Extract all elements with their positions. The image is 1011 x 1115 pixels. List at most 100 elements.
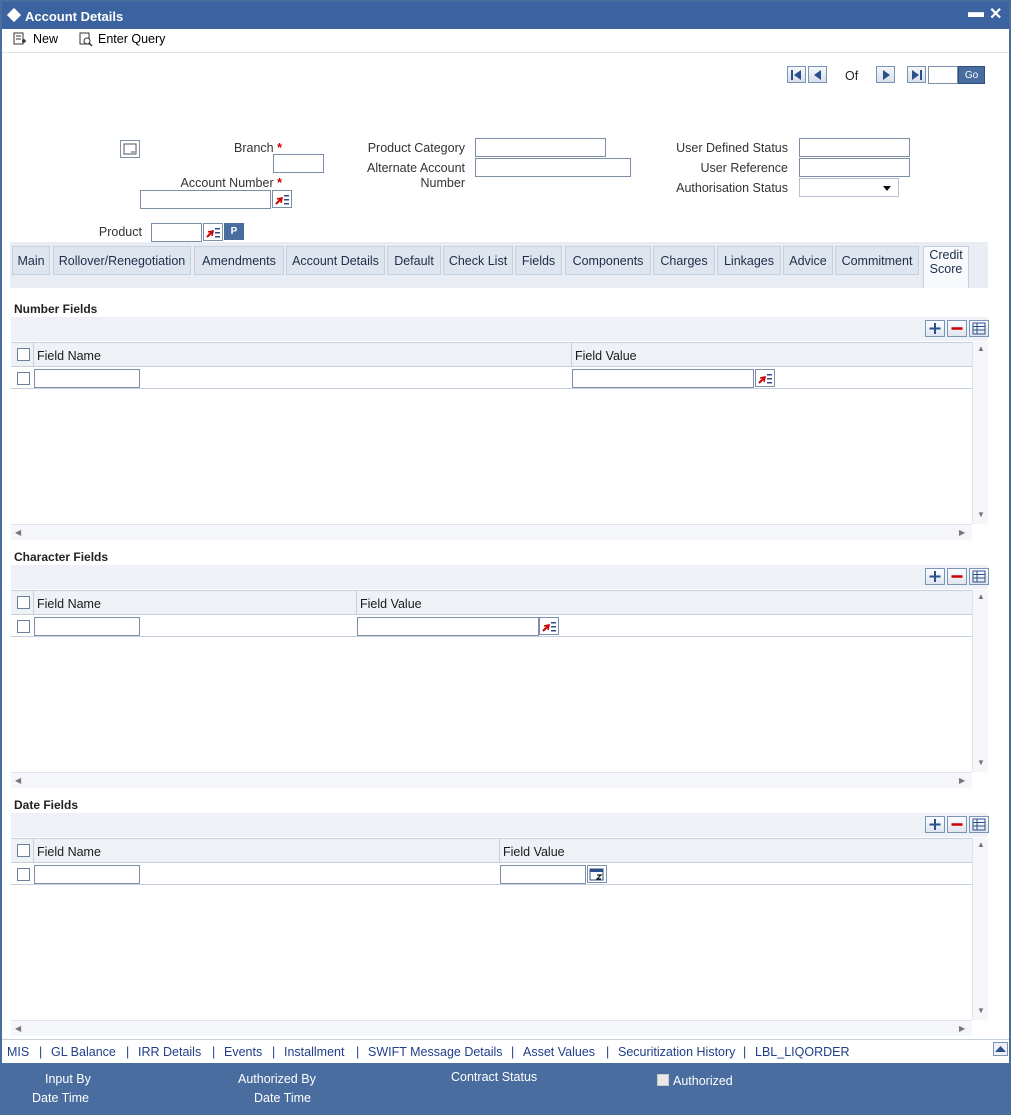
account-number-input[interactable] [140,190,271,209]
number-add-row-button[interactable] [925,320,945,337]
number-select-all-checkbox[interactable] [17,348,30,361]
new-button[interactable]: New [12,31,58,47]
minimize-button[interactable]: ▬ [968,4,984,22]
close-button[interactable]: ✕ [989,4,1002,24]
record-number-input[interactable] [928,66,958,84]
list-of-values-icon [758,374,772,384]
number-grid-header: Field Name Field Value [11,343,972,367]
number-field-value-lov-button[interactable] [755,369,775,387]
date-horizontal-scrollbar[interactable]: ◀ ▶ [11,1020,972,1036]
character-single-view-button[interactable] [969,568,989,585]
collapse-links-button[interactable] [993,1042,1008,1056]
date-select-all-checkbox[interactable] [17,844,30,857]
link-separator: | [212,1045,216,1059]
number-single-view-button[interactable] [969,320,989,337]
character-field-value-lov-button[interactable] [539,617,559,635]
date-picker-button[interactable] [587,865,607,883]
character-horizontal-scrollbar[interactable]: ◀ ▶ [11,772,972,788]
chevron-down-icon [883,186,891,191]
character-select-all-checkbox[interactable] [17,596,30,609]
next-record-button[interactable] [876,66,895,83]
scroll-up-icon: ▲ [977,592,985,601]
row-checkbox[interactable] [17,372,30,385]
date-time-label-2: Date Time [254,1091,311,1105]
number-horizontal-scrollbar[interactable]: ◀ ▶ [11,524,972,540]
date-delete-row-button[interactable] [947,816,967,833]
link-securitization-history[interactable]: Securitization History [618,1045,735,1059]
date-field-name-input[interactable] [34,865,140,884]
tab-account-details[interactable]: Account Details [286,246,385,275]
character-add-row-button[interactable] [925,568,945,585]
account-number-lov-button[interactable] [272,190,292,208]
link-swift-message-details[interactable]: SWIFT Message Details [368,1045,503,1059]
chevron-up-icon [995,1046,1006,1052]
previous-record-button[interactable] [808,66,827,83]
tab-check-list[interactable]: Check List [443,246,513,275]
tab-commitment[interactable]: Commitment [835,246,919,275]
character-fields-grid: Field Name Field Value [11,590,972,772]
number-field-name-input[interactable] [34,369,140,388]
plus-icon [929,571,941,582]
number-delete-row-button[interactable] [947,320,967,337]
product-p-button[interactable]: P [224,223,244,240]
tab-amendments[interactable]: Amendments [194,246,284,275]
first-record-button[interactable] [787,66,806,83]
contract-status-label: Contract Status [451,1070,538,1084]
tab-linkages[interactable]: Linkages [717,246,781,275]
scroll-left-icon: ◀ [15,528,22,537]
user-defined-status-input[interactable] [799,138,910,157]
authorized-by-label: Authorized By [238,1072,316,1086]
date-add-row-button[interactable] [925,816,945,833]
last-record-button[interactable] [907,66,926,83]
subsystem-link-bar: MIS | GL Balance | IRR Details | Events … [2,1039,1009,1063]
authorized-checkbox[interactable] [657,1074,669,1086]
link-gl-balance[interactable]: GL Balance [51,1045,116,1059]
tab-fields[interactable]: Fields [515,246,562,275]
tab-credit-score[interactable]: Credit Score [923,246,969,288]
link-events[interactable]: Events [224,1045,262,1059]
tab-default[interactable]: Default [387,246,441,275]
number-fields-toolbar [11,317,989,341]
previous-icon [814,70,821,80]
character-vertical-scrollbar[interactable]: ▲ ▼ [972,590,988,772]
plus-icon [929,323,941,334]
character-field-name-input[interactable] [34,617,140,636]
date-field-value-input[interactable] [500,865,586,884]
col-separator [499,839,500,863]
tab-components[interactable]: Components [565,246,651,275]
character-field-value-input[interactable] [357,617,539,636]
date-vertical-scrollbar[interactable]: ▲ ▼ [972,838,988,1020]
number-vertical-scrollbar[interactable]: ▲ ▼ [972,342,988,524]
go-button[interactable]: Go [958,66,985,84]
branch-input[interactable] [273,154,324,173]
alternate-account-input[interactable] [475,158,631,177]
authorisation-status-select[interactable] [799,178,899,197]
user-reference-input[interactable] [799,158,910,177]
row-checkbox[interactable] [17,620,30,633]
product-lov-button[interactable] [203,223,223,241]
character-delete-row-button[interactable] [947,568,967,585]
link-mis[interactable]: MIS [7,1045,29,1059]
number-field-value-input[interactable] [572,369,754,388]
product-category-input[interactable] [475,138,606,157]
app-diamond-icon [6,7,22,23]
account-number-label: Account Number * [180,176,282,190]
tab-main[interactable]: Main [12,246,50,275]
tab-rollover-renegotiation[interactable]: Rollover/Renegotiation [53,246,191,275]
enter-query-button[interactable]: Enter Query [77,31,165,47]
tab-advice[interactable]: Advice [783,246,833,275]
link-separator: | [743,1045,747,1059]
details-lookup-button[interactable] [120,140,140,158]
link-irr-details[interactable]: IRR Details [138,1045,201,1059]
row-checkbox[interactable] [17,868,30,881]
date-time-label-1: Date Time [32,1091,89,1105]
minus-icon [951,327,963,330]
product-input[interactable] [151,223,202,242]
link-installment[interactable]: Installment [284,1045,344,1059]
tab-credit-score-line-1: Credit [929,248,963,262]
link-lbl-liqorder[interactable]: LBL_LIQORDER [755,1045,849,1059]
link-asset-values[interactable]: Asset Values [523,1045,595,1059]
character-fields-title: Character Fields [14,550,109,564]
tab-charges[interactable]: Charges [653,246,715,275]
date-single-view-button[interactable] [969,816,989,833]
